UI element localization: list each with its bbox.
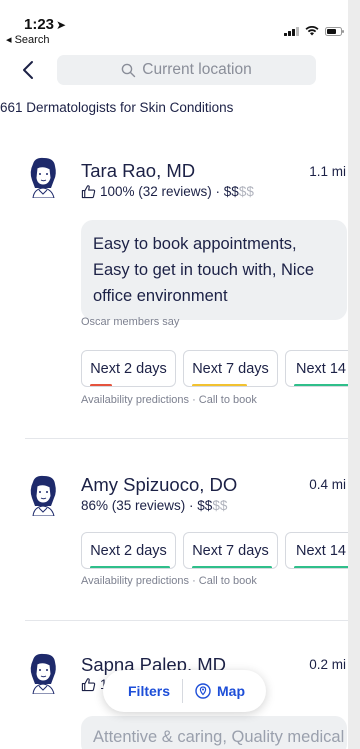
pill-separator — [182, 679, 184, 703]
map-pin-icon — [195, 683, 211, 699]
doctor-card[interactable]: Sapna Palep, MD 0.2 mi 1 Attentive & car… — [0, 0, 348, 749]
filters-label: Filters — [128, 683, 171, 699]
member-review-quote: Attentive & caring, Quality medical — [81, 716, 347, 749]
map-button[interactable]: Map — [195, 670, 245, 712]
filters-map-pill: Filters Map — [103, 670, 266, 712]
map-label: Map — [217, 683, 246, 699]
doctor-distance: 0.2 mi — [309, 657, 346, 672]
filters-button[interactable]: Filters — [103, 670, 170, 712]
app-screen: 1:23 ➤ ◂ Search Current location 661 Derm… — [0, 0, 348, 749]
thumbs-up-icon — [81, 678, 96, 692]
screen-edge — [348, 0, 360, 749]
doctor-avatar-icon — [30, 653, 56, 694]
